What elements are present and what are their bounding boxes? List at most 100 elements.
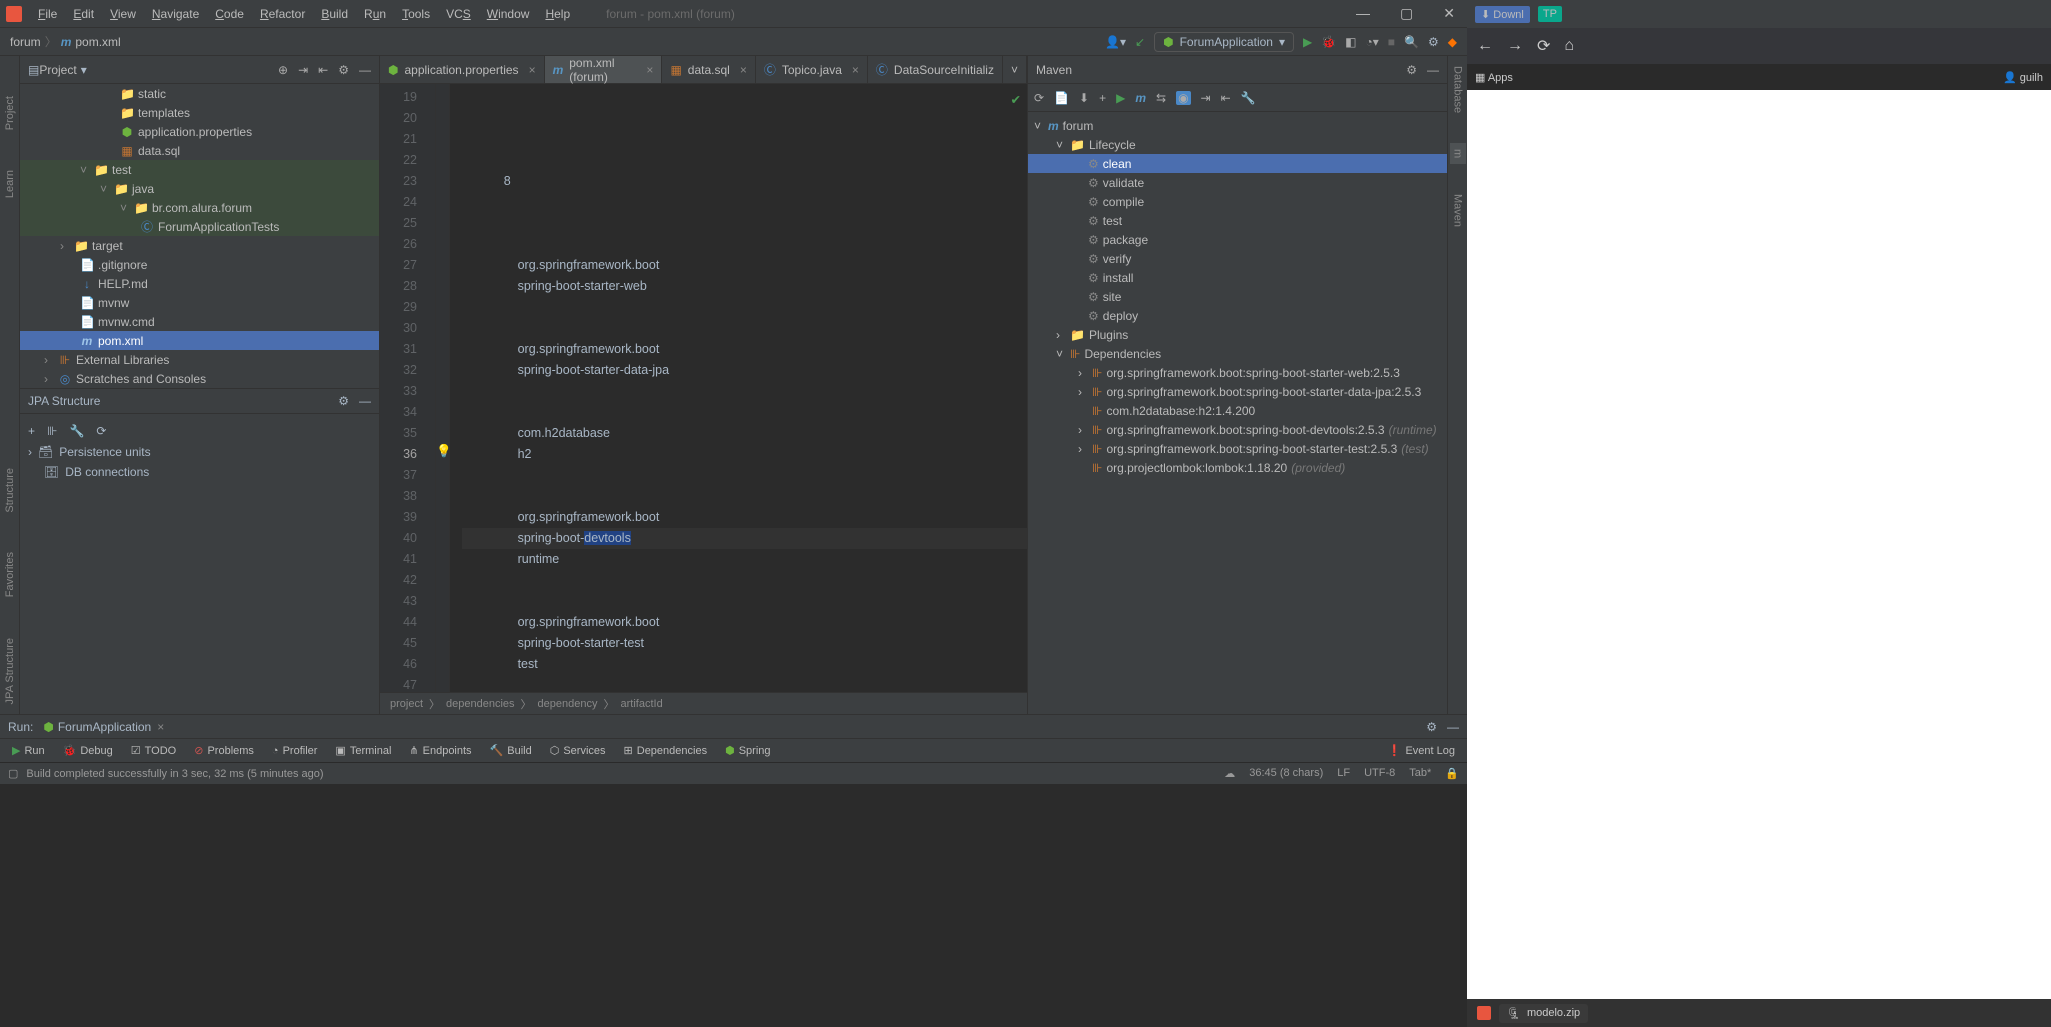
menu-file[interactable]: File [32,4,63,24]
tab-datasource[interactable]: ⒸDataSourceInitializ [868,56,1003,83]
gear-icon[interactable]: ⚙ [1426,720,1437,734]
coverage-button[interactable]: ◧ [1345,35,1356,49]
back-icon[interactable]: ← [1477,37,1493,55]
add-icon[interactable]: + [1099,91,1106,105]
refresh-icon[interactable]: ⟳ [96,424,106,438]
run-button[interactable]: ▶ [1303,35,1312,49]
bottom-endpoints[interactable]: ⋔Endpoints [401,744,479,757]
menu-run[interactable]: Run [358,4,392,24]
code-body[interactable]: ✔ 💡 8 org.springframework.boot spring-bo… [450,84,1027,692]
toggle-icon[interactable]: ⇆ [1156,91,1166,105]
locate-icon[interactable]: ⊕ [278,63,288,77]
wrench-icon[interactable]: 🔧 [69,424,84,438]
user-chip[interactable]: 👤 guilh [2003,71,2043,84]
menu-edit[interactable]: Edit [67,4,100,24]
chevron-down-icon[interactable]: ▾ [81,63,87,77]
tab-topico-java[interactable]: ⒸTopico.java× [756,56,868,83]
search-icon[interactable]: 🔍 [1404,35,1419,49]
menu-navigate[interactable]: Navigate [146,4,205,24]
apps-button[interactable]: ▦ Apps [1475,71,1513,84]
collapse-icon[interactable]: ⇤ [318,63,328,77]
chevron-right-icon[interactable]: › [44,372,54,386]
run-icon[interactable]: ▶ [1116,91,1125,105]
menu-window[interactable]: Window [481,4,536,24]
chevron-down-icon[interactable]: ˅ [120,201,130,215]
encoding[interactable]: UTF-8 [1364,767,1395,780]
bottom-run[interactable]: ▶Run [4,744,53,757]
browser-page[interactable] [1467,90,2051,1019]
persistence-units[interactable]: ›🗃Persistence units [28,442,371,462]
bottom-services[interactable]: ⬡Services [542,744,614,757]
close-icon[interactable]: × [740,63,747,77]
add-icon[interactable]: + [28,424,35,438]
mem-icon[interactable]: ☁ [1224,767,1235,780]
line-ending[interactable]: LF [1337,767,1350,780]
chevron-down-icon[interactable]: ˅ [80,163,90,177]
strip-project[interactable]: Project [4,96,16,130]
caret-position[interactable]: 36:45 (8 chars) [1249,767,1323,780]
maven-panel-title[interactable]: Maven [1036,63,1072,77]
chevron-down-icon[interactable]: ˅ [100,182,110,196]
bottom-problems[interactable]: ⊘Problems [186,744,262,757]
bottom-todo[interactable]: ☑TODO [123,744,184,757]
menu-tools[interactable]: Tools [396,4,436,24]
bottom-build[interactable]: 🔨Build [482,744,540,757]
menu-refactor[interactable]: Refactor [254,4,311,24]
reload-icon[interactable]: ⟳ [1537,36,1550,56]
breadcrumb-root[interactable]: forum [10,35,41,49]
hide-icon[interactable]: — [359,394,371,408]
db-connections[interactable]: 🗄DB connections [28,462,371,482]
maximize-button[interactable]: ▢ [1394,2,1419,25]
strip-structure[interactable]: Structure [4,468,16,513]
download-icon[interactable]: ⬇ [1079,91,1089,105]
bottom-debug[interactable]: 🐞Debug [55,744,121,757]
tab-overflow[interactable]: ˅ [1003,56,1027,83]
menu-code[interactable]: Code [209,4,250,24]
strip-maven-m-icon[interactable]: m [1450,143,1466,164]
stop-button[interactable]: ■ [1388,35,1395,49]
inspection-ok-icon[interactable]: ✔ [1011,90,1021,111]
diagram-icon[interactable]: ⊪ [47,424,57,438]
run-config-selector[interactable]: ⬢ ForumApplication ▾ [1154,32,1294,52]
fold-gutter[interactable] [436,84,450,692]
user-icon[interactable]: 👤▾ [1105,35,1126,49]
expand-icon[interactable]: ⇥ [1201,91,1211,105]
menu-help[interactable]: Help [539,4,576,24]
bottom-terminal[interactable]: ▣Terminal [327,744,399,757]
offline-icon[interactable]: ◉ [1176,91,1190,105]
close-icon[interactable]: × [646,63,653,77]
hide-icon[interactable]: — [359,63,371,77]
reload-icon[interactable]: ⟳ [1034,91,1044,105]
intention-bulb-icon[interactable]: 💡 [436,441,452,462]
strip-learn[interactable]: Learn [4,170,16,198]
debug-button[interactable]: 🐞 [1321,35,1336,49]
hide-icon[interactable]: — [1447,720,1459,734]
menu-view[interactable]: View [104,4,142,24]
jetbrains-icon[interactable]: ◆ [1448,35,1457,49]
profile-button[interactable]: ◔▾ [1366,35,1379,49]
maven-icon[interactable]: m [1135,91,1146,105]
strip-favorites[interactable]: Favorites [4,552,16,597]
lock-icon[interactable]: 🔒 [1445,767,1459,780]
bottom-eventlog[interactable]: ❗Event Log [1380,744,1463,757]
tab-data-sql[interactable]: ▦data.sql× [662,56,755,83]
collapse-icon[interactable]: ⇤ [1221,91,1231,105]
code-editor[interactable]: 1920212223242526272829303132333435363738… [380,84,1027,692]
generate-icon[interactable]: 📄 [1054,91,1069,105]
chevron-right-icon[interactable]: › [44,353,54,367]
wrench-icon[interactable]: 🔧 [1241,91,1256,105]
menu-build[interactable]: Build [315,4,354,24]
bottom-dependencies[interactable]: ⊞Dependencies [616,744,716,757]
tab-application-properties[interactable]: ⬢application.properties× [380,56,545,83]
chevron-right-icon[interactable]: › [60,239,70,253]
expand-icon[interactable]: ⇥ [298,63,308,77]
tab-pom-xml[interactable]: mpom.xml (forum)× [545,56,663,83]
menu-vcs[interactable]: VCS [440,4,477,24]
settings-icon[interactable]: ⚙ [1428,35,1439,49]
indent[interactable]: Tab* [1409,767,1431,780]
maven-tree[interactable]: ˅m forum˅📁 Lifecycle⚙ clean⚙ validate⚙ c… [1028,112,1447,714]
forward-icon[interactable]: → [1507,37,1523,55]
vcs-update-icon[interactable]: ↙ [1135,35,1145,49]
close-button[interactable]: ✕ [1437,2,1461,25]
gear-icon[interactable]: ⚙ [338,394,349,408]
